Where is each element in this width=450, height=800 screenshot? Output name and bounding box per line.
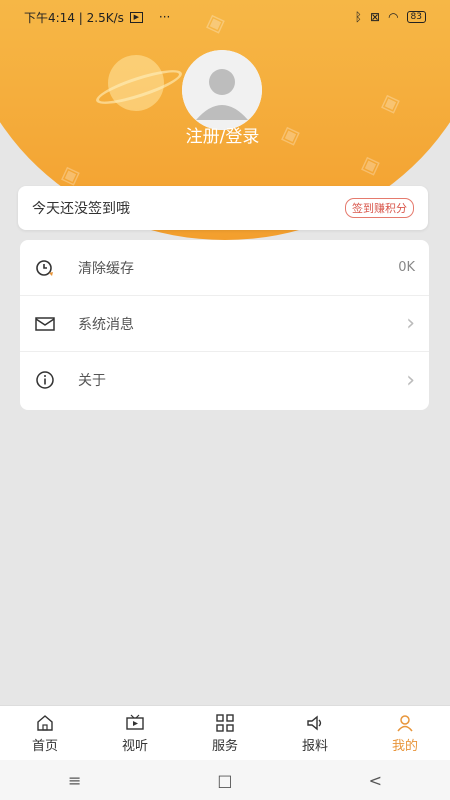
signin-card: 今天还没签到哦 签到赚积分 xyxy=(18,186,428,230)
grid-icon xyxy=(216,714,234,732)
tab-media[interactable]: 视听 xyxy=(90,706,180,761)
tab-mine[interactable]: 我的 xyxy=(360,706,450,761)
media-icon: ▶ xyxy=(129,11,143,23)
info-icon xyxy=(34,369,56,391)
menu-item-system-messages[interactable]: 系统消息 › xyxy=(20,296,429,352)
home-icon xyxy=(37,715,53,731)
menu-icon[interactable]: ≡ xyxy=(68,771,81,790)
signin-status-text: 今天还没签到哦 xyxy=(32,201,130,217)
tab-label-services: 服务 xyxy=(211,739,238,754)
signin-button[interactable]: 签到赚积分 xyxy=(345,198,414,218)
sim-icon: ⊠ xyxy=(370,10,381,24)
bottom-tab-bar: 首页 视听 服务 报料 我的 xyxy=(0,705,450,761)
system-navigation-bar: ≡ □ < xyxy=(0,760,450,800)
avatar-placeholder-icon xyxy=(182,50,262,130)
tab-report[interactable]: 报料 xyxy=(270,706,360,761)
avatar[interactable] xyxy=(182,50,262,130)
chevron-right-icon: › xyxy=(406,311,415,336)
speaker-icon xyxy=(307,715,322,731)
wifi-icon: ◠ xyxy=(388,10,399,24)
menu-label-about: 关于 xyxy=(78,373,106,389)
home-button-icon[interactable]: □ xyxy=(217,771,232,790)
menu-item-clear-cache[interactable]: 清除缓存 0K xyxy=(20,240,429,296)
tab-label-report: 报料 xyxy=(301,739,328,754)
menu-label-clear-cache: 清除缓存 xyxy=(78,260,134,277)
login-link[interactable]: 注册/登录 xyxy=(0,122,445,147)
mail-icon xyxy=(34,313,56,335)
chevron-right-icon: › xyxy=(406,367,415,393)
battery-icon: 83 xyxy=(406,11,426,23)
menu-item-about[interactable]: 关于 › xyxy=(20,352,429,408)
tab-label-mine: 我的 xyxy=(391,739,418,754)
bluetooth-icon: ᛒ xyxy=(354,10,362,24)
cache-size-value: 0K xyxy=(398,260,415,275)
menu-label-system-messages: 系统消息 xyxy=(78,316,134,333)
settings-menu: 清除缓存 0K 系统消息 › 关于 › xyxy=(20,240,429,410)
clean-icon xyxy=(34,257,56,279)
back-icon[interactable]: < xyxy=(369,771,382,790)
user-icon xyxy=(397,715,413,732)
planet-decoration xyxy=(108,55,164,111)
more-dots: ··· xyxy=(158,10,171,24)
status-time-speed: 下午4:14 | 2.5K/s xyxy=(24,10,124,25)
tab-label-media: 视听 xyxy=(121,739,148,754)
tab-label-home: 首页 xyxy=(31,739,58,754)
status-bar: 下午4:14 | 2.5K/s ▶ ··· ᛒ ⊠ ◠ 83 xyxy=(0,0,450,34)
tab-services[interactable]: 服务 xyxy=(180,706,270,761)
tab-home[interactable]: 首页 xyxy=(0,706,90,761)
video-icon xyxy=(126,714,144,730)
